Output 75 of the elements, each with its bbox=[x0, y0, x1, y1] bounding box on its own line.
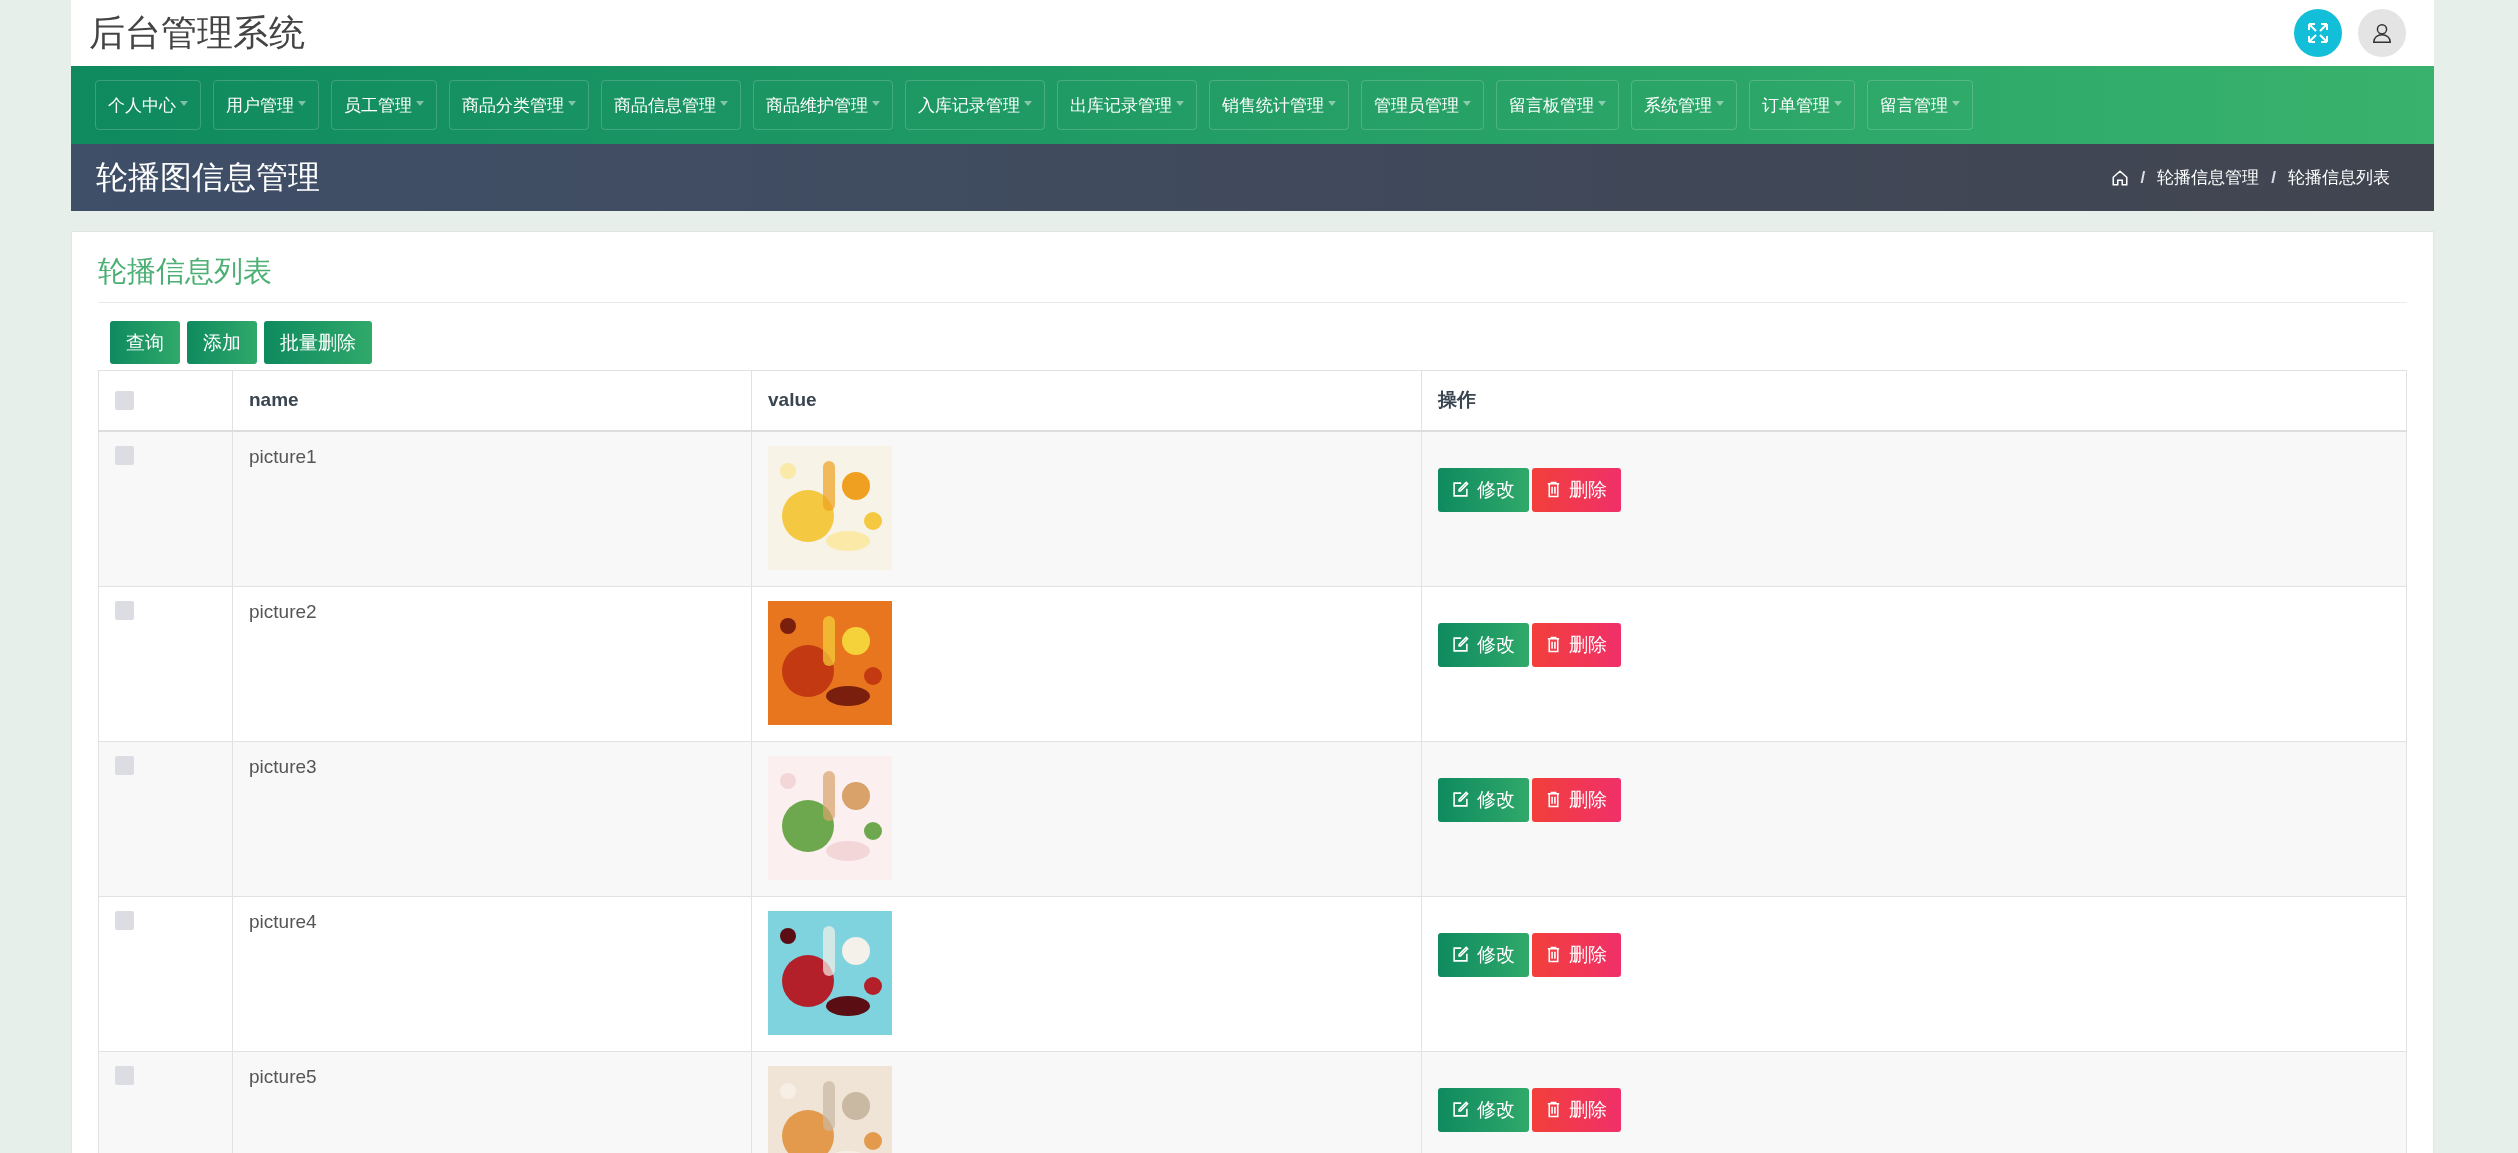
nav-menu-item[interactable]: 员工管理 bbox=[331, 80, 437, 130]
table-cell: picture1 bbox=[232, 430, 752, 586]
column-header: value bbox=[751, 370, 1422, 431]
caret-icon bbox=[1024, 101, 1032, 106]
caret-icon bbox=[720, 101, 728, 106]
fullscreen-icon[interactable] bbox=[2294, 9, 2342, 57]
caret-icon bbox=[1598, 101, 1606, 106]
toolbar-button[interactable]: 添加 bbox=[187, 321, 257, 364]
caret-icon bbox=[1952, 101, 1960, 106]
nav-menu-item[interactable]: 商品信息管理 bbox=[601, 80, 741, 130]
delete-button[interactable]: 删除 bbox=[1532, 1087, 1621, 1132]
table-cell: picture3 bbox=[232, 741, 752, 896]
edit-button[interactable]: 修改 bbox=[1438, 622, 1529, 667]
checkbox[interactable] bbox=[115, 1065, 134, 1085]
nav-menu-item[interactable]: 留言板管理 bbox=[1496, 80, 1619, 130]
nav-menu-item[interactable]: 订单管理 bbox=[1749, 80, 1855, 130]
card-title: 轮播信息列表 bbox=[98, 244, 2407, 303]
user-icon[interactable] bbox=[2358, 9, 2406, 57]
checkbox[interactable] bbox=[115, 910, 134, 930]
nav-menu-item[interactable]: 出库记录管理 bbox=[1057, 80, 1197, 130]
nav-menu-item[interactable]: 管理员管理 bbox=[1361, 80, 1484, 130]
checkbox[interactable] bbox=[115, 755, 134, 775]
trash-icon bbox=[1546, 636, 1561, 653]
edit-button[interactable]: 修改 bbox=[1438, 1087, 1529, 1132]
nav-menu-item[interactable]: 系统管理 bbox=[1631, 80, 1737, 130]
edit-button[interactable]: 修改 bbox=[1438, 467, 1529, 512]
nav-menu-item[interactable]: 入库记录管理 bbox=[905, 80, 1045, 130]
nav-menu-item[interactable]: 用户管理 bbox=[213, 80, 319, 130]
table-cell: picture5 bbox=[232, 1051, 752, 1153]
checkbox[interactable] bbox=[115, 445, 134, 465]
trash-icon bbox=[1546, 791, 1561, 808]
nav-menu-item[interactable]: 留言管理 bbox=[1867, 80, 1973, 130]
edit-button[interactable]: 修改 bbox=[1438, 777, 1529, 822]
caret-icon bbox=[1834, 101, 1842, 106]
breadcrumb-link[interactable]: 轮播信息管理 bbox=[2157, 166, 2260, 189]
nav-menu-item[interactable]: 个人中心 bbox=[95, 80, 201, 130]
table-cell: picture2 bbox=[232, 586, 752, 741]
caret-icon bbox=[298, 101, 306, 106]
caret-icon bbox=[1176, 101, 1184, 106]
breadcrumb-link[interactable]: 轮播信息列表 bbox=[2288, 166, 2390, 189]
delete-button[interactable]: 删除 bbox=[1532, 932, 1621, 977]
caret-icon bbox=[180, 101, 188, 106]
home-icon[interactable] bbox=[2110, 168, 2129, 187]
edit-button[interactable]: 修改 bbox=[1438, 932, 1529, 977]
breadcrumb-separator: / bbox=[2140, 167, 2146, 188]
column-header: 操作 bbox=[1421, 370, 2407, 431]
toolbar-button[interactable]: 查询 bbox=[110, 321, 180, 364]
edit-icon bbox=[1452, 481, 1469, 498]
caret-icon bbox=[872, 101, 880, 106]
trash-icon bbox=[1546, 481, 1561, 498]
edit-icon bbox=[1452, 636, 1469, 653]
page-title: 轮播图信息管理 bbox=[96, 157, 320, 197]
caret-icon bbox=[1328, 101, 1336, 106]
delete-button[interactable]: 删除 bbox=[1532, 777, 1621, 822]
column-header: name bbox=[232, 370, 752, 431]
nav-menu-item[interactable]: 销售统计管理 bbox=[1209, 80, 1349, 130]
caret-icon bbox=[568, 101, 576, 106]
caret-icon bbox=[1716, 101, 1724, 106]
table-cell: picture4 bbox=[232, 896, 752, 1051]
trash-icon bbox=[1546, 1101, 1561, 1118]
delete-button[interactable]: 删除 bbox=[1532, 622, 1621, 667]
nav-menu-item[interactable]: 商品分类管理 bbox=[449, 80, 589, 130]
app-title: 后台管理系统 bbox=[89, 10, 305, 55]
checkbox[interactable] bbox=[115, 600, 134, 620]
trash-icon bbox=[1546, 946, 1561, 963]
checkbox[interactable] bbox=[115, 390, 134, 410]
edit-icon bbox=[1452, 791, 1469, 808]
breadcrumb-separator: / bbox=[2271, 167, 2276, 188]
edit-icon bbox=[1452, 1101, 1469, 1118]
toolbar-button[interactable]: 批量删除 bbox=[264, 321, 372, 364]
caret-icon bbox=[416, 101, 424, 106]
caret-icon bbox=[1463, 101, 1471, 106]
nav-menu-item[interactable]: 商品维护管理 bbox=[753, 80, 893, 130]
delete-button[interactable]: 删除 bbox=[1532, 467, 1621, 512]
edit-icon bbox=[1452, 946, 1469, 963]
